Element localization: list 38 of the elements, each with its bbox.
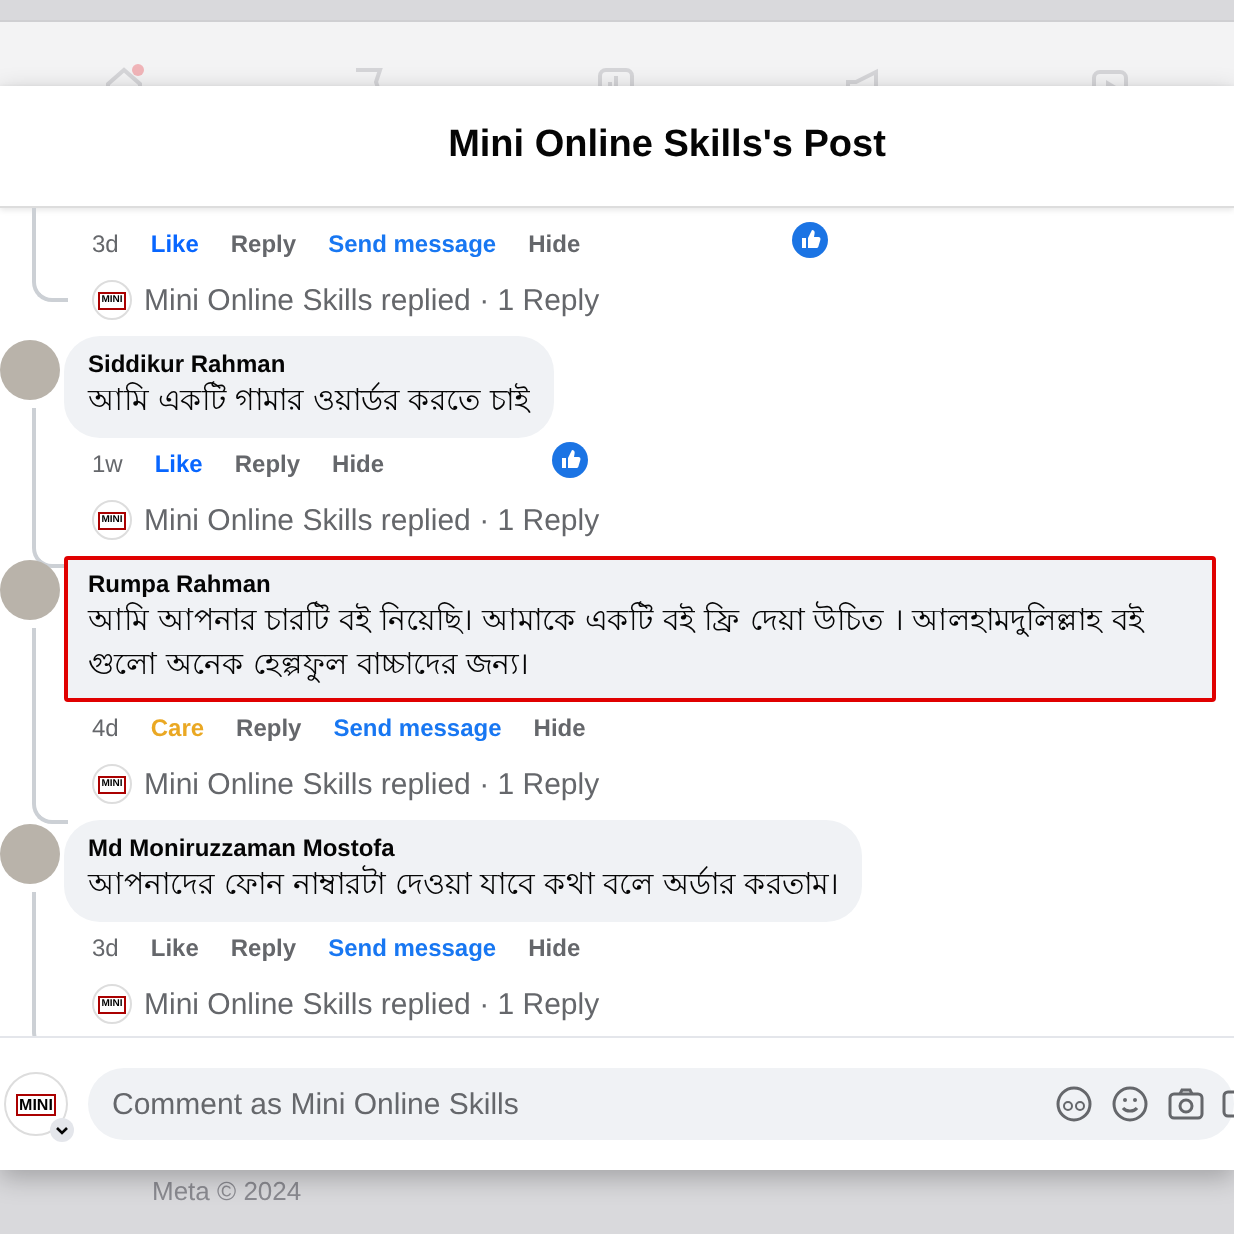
like-link[interactable]: Like <box>154 450 203 478</box>
action-link[interactable]: Reply <box>236 714 302 742</box>
comment-text: আমি একটি গামার ওয়ার্ডর করতে চাই <box>88 379 530 422</box>
send-message-link[interactable]: Send message <box>328 230 497 258</box>
send-message-link[interactable]: Send message <box>328 934 497 962</box>
like-link[interactable]: Like <box>150 934 199 962</box>
comment-time[interactable]: 3d <box>92 934 119 962</box>
comment-text: আমি আপনার চারটি বই নিয়েছি। আমাকে একটি বই ফ্রি দেয়া উচিত । আলহামদুলিল্লাহ বই গুলো অনেক হেল্পফুল বাচ্চাদের জন্য। <box>88 599 1147 686</box>
footer-text: Meta © 2024 <box>152 1176 302 1206</box>
replies-link[interactable]: Mini Online Skills replied · 1 Reply <box>144 987 600 1021</box>
like-reaction-icon <box>792 222 828 258</box>
comment-time[interactable]: 4d <box>92 714 119 742</box>
replies-link[interactable]: Mini Online Skills replied · 1 Reply <box>144 767 600 801</box>
replies-link[interactable]: Mini Online Skills replied · 1 Reply <box>144 283 600 317</box>
comment-author[interactable]: Rumpa Rahman <box>88 570 1192 598</box>
comment-author[interactable]: Siddikur Rahman <box>88 350 530 378</box>
camera-icon[interactable] <box>1166 1084 1206 1124</box>
avatar-sticker-icon[interactable] <box>1054 1084 1094 1124</box>
action-link[interactable]: Reply <box>230 230 297 258</box>
like-link[interactable]: Like <box>150 230 199 258</box>
comment-text: আপনাদের ফোন নাম্বারটা দেওয়া যাবে কথা বলে অর্ডার করতাম। <box>88 863 839 906</box>
action-link[interactable]: Hide <box>332 450 385 478</box>
comment-time[interactable]: 1w <box>92 450 123 478</box>
action-link[interactable]: Hide <box>528 230 581 258</box>
action-link[interactable]: Reply <box>230 934 297 962</box>
comment-author[interactable]: Md Moniruzzaman Mostofa <box>88 834 839 862</box>
comment-time[interactable]: 3d <box>92 230 119 258</box>
comment-field[interactable]: Comment as Mini Online Skills <box>88 1068 1234 1140</box>
page-logo[interactable]: MINI <box>4 1072 68 1136</box>
emoji-icon[interactable] <box>1110 1084 1150 1124</box>
chevron-down-icon[interactable] <box>50 1118 74 1142</box>
like-reaction-icon <box>552 442 588 478</box>
action-link[interactable]: Reply <box>234 450 301 478</box>
send-message-link[interactable]: Send message <box>333 714 502 742</box>
dialog-title: Mini Online Skills's Post <box>446 124 886 168</box>
action-link[interactable]: Hide <box>528 934 581 962</box>
action-link[interactable]: Hide <box>533 714 586 742</box>
replies-link[interactable]: Mini Online Skills replied · 1 Reply <box>144 503 600 537</box>
